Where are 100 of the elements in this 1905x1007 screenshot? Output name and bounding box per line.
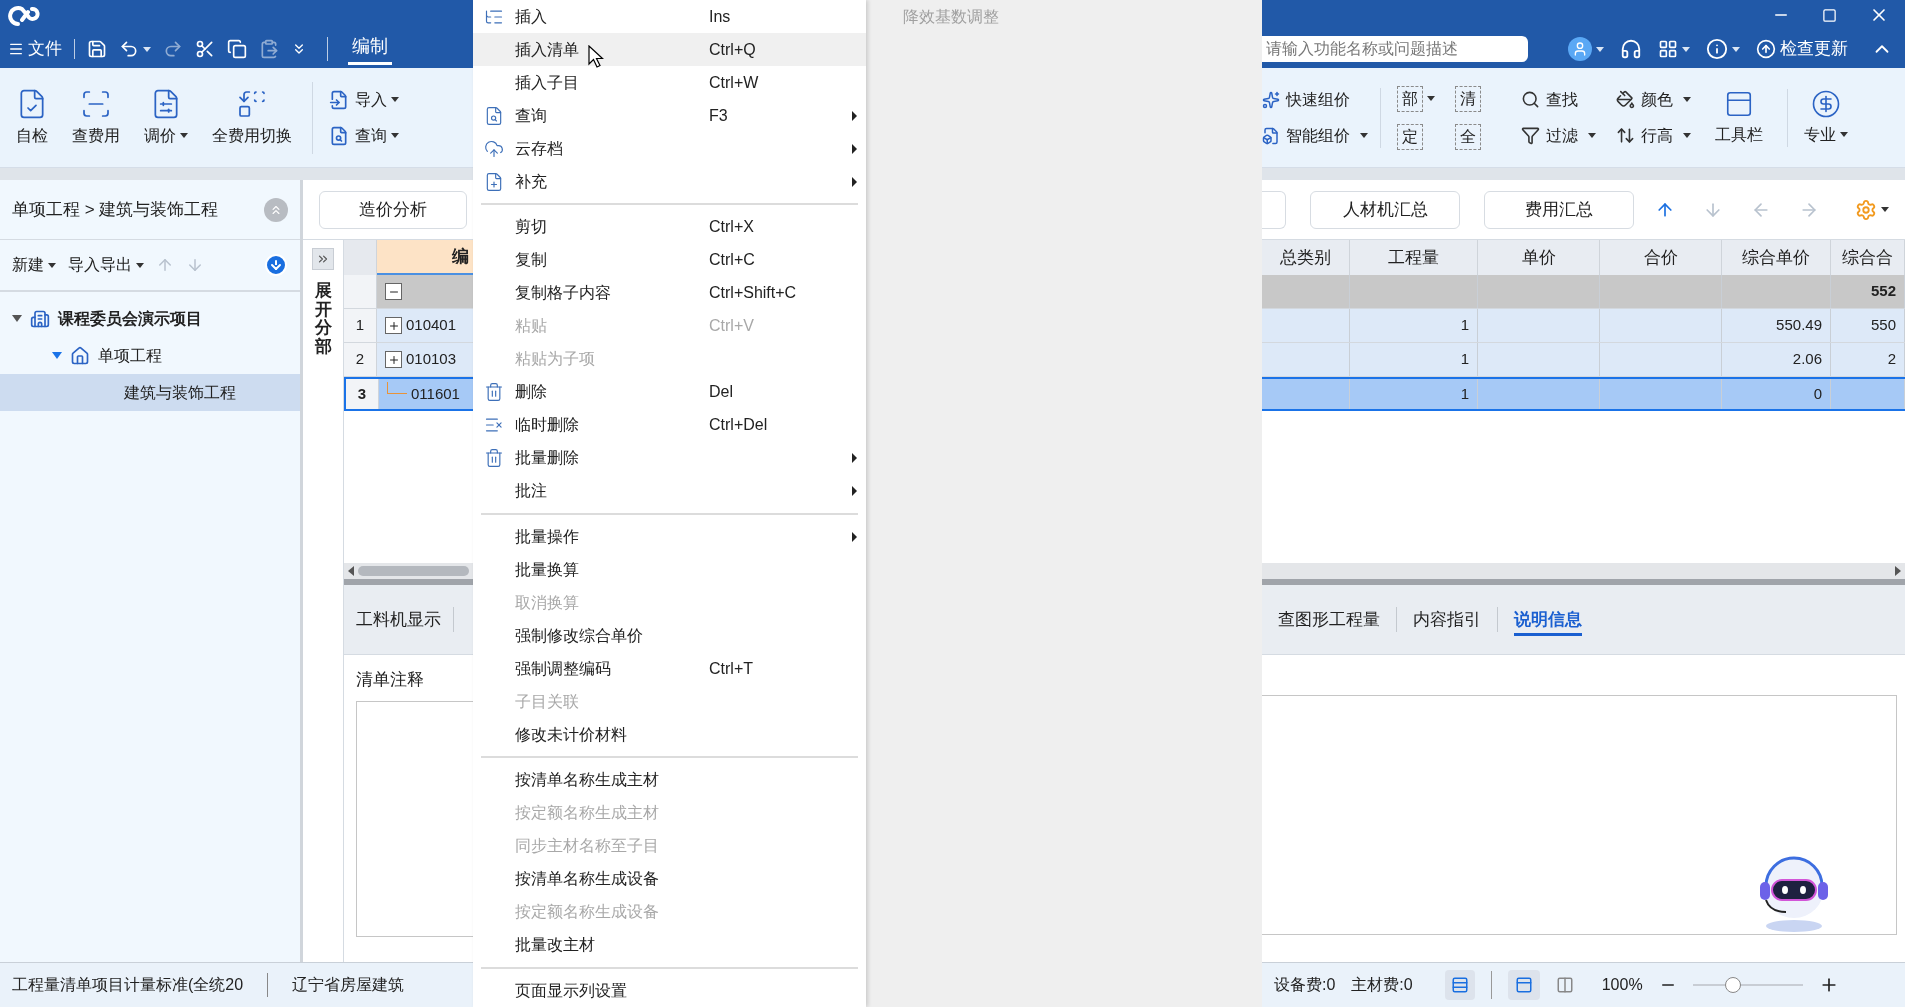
glyph-button[interactable]: 清: [1455, 85, 1481, 112]
menu-item[interactable]: 插入子目 Ctrl+W: [473, 66, 866, 99]
copy-icon[interactable]: [227, 39, 247, 59]
collapse-arrow-icon[interactable]: [12, 315, 22, 322]
menu-item[interactable]: 查询 F3: [473, 99, 866, 132]
caret-icon: [1682, 46, 1690, 52]
submenu-arrow-icon: [852, 143, 857, 154]
glyph-control[interactable]: 全: [1455, 123, 1493, 150]
submenu-arrow-icon: [852, 531, 857, 542]
check-update-button[interactable]: 检查更新: [1756, 36, 1848, 62]
tree-item[interactable]: 建筑与装饰工程: [0, 374, 300, 411]
toolbar-button[interactable]: 导入导出: [68, 253, 144, 277]
ribbon-button[interactable]: 查询: [329, 123, 399, 148]
split-view-icon[interactable]: [1555, 976, 1574, 994]
ribbon-button[interactable]: 工具栏: [1707, 88, 1771, 147]
ribbon-button[interactable]: 专业: [1787, 88, 1856, 147]
grid-row[interactable]: 3 011601: [344, 377, 473, 411]
grid-cell-text: 1: [1460, 315, 1469, 336]
menu-item[interactable]: 补充: [473, 165, 866, 198]
download-icon[interactable]: [264, 253, 288, 277]
scrollbar-thumb[interactable]: [358, 566, 469, 576]
menu-item[interactable]: 修改未计价材料: [473, 718, 866, 751]
menu-item[interactable]: 插入清单 Ctrl+Q: [473, 33, 866, 66]
file-menu-button[interactable]: 文件: [8, 36, 62, 62]
menu-item[interactable]: 强制修改综合单价: [473, 619, 866, 652]
ribbon-button[interactable]: 智能组价: [1262, 123, 1368, 148]
detail-tab[interactable]: 查图形工程量: [1262, 606, 1396, 633]
ribbon-button[interactable]: 行高: [1616, 123, 1691, 148]
ribbon-button[interactable]: 全费用切换: [208, 87, 296, 148]
grid-row[interactable]: 1 2.06 2: [1262, 343, 1905, 377]
glyph-control[interactable]: 清: [1455, 85, 1493, 112]
ribbon-button[interactable]: 自检: [12, 87, 52, 148]
ribbon-button[interactable]: 快速组价: [1262, 87, 1368, 112]
maximize-icon[interactable]: [1822, 7, 1837, 23]
ribbon-button[interactable]: 查费用: [68, 87, 124, 148]
ribbon-button[interactable]: 导入: [329, 87, 399, 112]
search-icon: [1521, 90, 1540, 109]
expand-panel-icon[interactable]: [312, 248, 334, 270]
glyph-button[interactable]: 全: [1455, 123, 1481, 150]
redo-icon[interactable]: [163, 39, 183, 59]
summary-button[interactable]: 人材机汇总: [1310, 190, 1460, 229]
ribbon-button[interactable]: 过滤: [1521, 123, 1596, 148]
grid-cell-text: 1: [1460, 349, 1469, 370]
menu-item[interactable]: 临时删除 Ctrl+Del: [473, 408, 866, 442]
tree-item[interactable]: 课程委员会演示项目: [0, 300, 300, 337]
grid-cell-text: 1: [1460, 383, 1469, 404]
menu-item[interactable]: 批注: [473, 474, 866, 508]
detail-tab[interactable]: 内容指引: [1396, 606, 1497, 633]
menu-item[interactable]: 批量改主材: [473, 928, 866, 962]
column-header[interactable]: 编: [377, 240, 473, 275]
apps-icon[interactable]: [1658, 39, 1678, 59]
grid-row[interactable]: 1 550.49 550: [1262, 309, 1905, 343]
tree-item[interactable]: 单项工程: [0, 337, 300, 374]
menu-item[interactable]: 剪切 Ctrl+X: [473, 210, 866, 244]
collapse-box-icon[interactable]: [385, 283, 402, 300]
menu-item[interactable]: 强制调整编码 Ctrl+T: [473, 652, 866, 685]
single-view-icon[interactable]: [1507, 970, 1540, 1000]
zoom-slider[interactable]: [1692, 977, 1803, 993]
menu-item[interactable]: 按清单名称生成设备: [473, 862, 866, 896]
glyph-control[interactable]: 部: [1397, 85, 1435, 112]
menu-item[interactable]: 页面显示列设置: [473, 974, 866, 1007]
undo-icon[interactable]: [119, 39, 139, 59]
cut-icon[interactable]: [195, 39, 215, 59]
menu-item[interactable]: 云存档: [473, 132, 866, 165]
menu-item[interactable]: 按清单名称生成主材: [473, 763, 866, 797]
menu-item[interactable]: 批量换算: [473, 553, 866, 586]
menu-item[interactable]: 插入 Ins: [473, 0, 866, 33]
shortcut-label: Del: [709, 383, 733, 400]
info-icon[interactable]: [1706, 38, 1728, 60]
menu-item[interactable]: 删除 Del: [473, 375, 866, 409]
summary-button[interactable]: 费用汇总: [1484, 190, 1634, 229]
glyph-control[interactable]: 定: [1397, 123, 1435, 150]
grid-row[interactable]: 1 0: [1262, 377, 1905, 411]
expand-sections-label[interactable]: 展开分部: [314, 282, 332, 357]
search-field[interactable]: 请输入功能名称或问题描述: [1262, 36, 1528, 62]
menu-item[interactable]: 批量删除: [473, 441, 866, 475]
detail-tab[interactable]: 说明信息: [1497, 606, 1598, 633]
ribbon-button[interactable]: 调价: [140, 87, 192, 148]
headset-icon[interactable]: [1620, 38, 1642, 60]
glyph-button[interactable]: 部: [1397, 85, 1423, 112]
grid-row[interactable]: 552: [1262, 275, 1905, 309]
description-field[interactable]: [1262, 695, 1897, 935]
collapse-arrow-icon[interactable]: [52, 352, 62, 359]
glyph-button[interactable]: 定: [1397, 123, 1423, 150]
ribbon-tab[interactable]: 编制: [348, 33, 392, 65]
expand-box-icon[interactable]: [385, 351, 402, 368]
toolbar-button[interactable]: 新建: [12, 253, 56, 277]
ribbon-button[interactable]: 颜色: [1616, 87, 1691, 112]
save-icon[interactable]: [87, 39, 107, 59]
user-avatar-icon[interactable]: [1568, 37, 1592, 61]
grid-cell-text: 0: [1813, 383, 1822, 404]
menu-item[interactable]: 复制格子内容 Ctrl+Shift+C: [473, 276, 866, 310]
menu-icon: [8, 41, 24, 57]
menu-item[interactable]: 复制 Ctrl+C: [473, 243, 866, 277]
slider-thumb[interactable]: [1725, 977, 1742, 993]
expand-box-icon[interactable]: [385, 317, 402, 334]
stacked-view-icon[interactable]: [1444, 970, 1475, 1000]
menu-item[interactable]: 批量操作: [473, 520, 866, 553]
ribbon-button[interactable]: 查找: [1521, 87, 1596, 112]
analysis-button[interactable]: 造价分析: [319, 190, 467, 229]
